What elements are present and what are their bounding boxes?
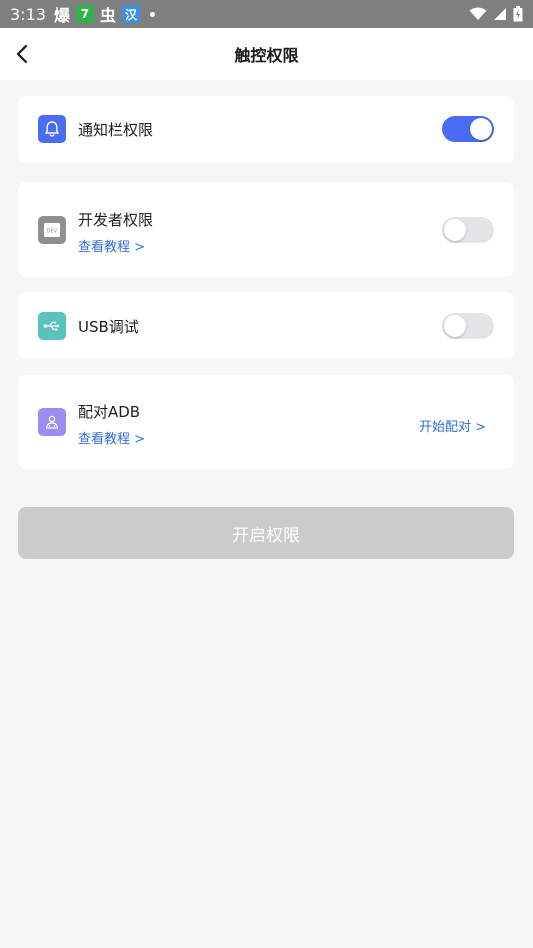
person-pair-icon [38, 408, 66, 436]
usb-debug-toggle[interactable] [442, 313, 494, 339]
start-pairing-button[interactable]: 开始配对 > [419, 416, 486, 435]
developer-permission-card: DEV 开发者权限 查看教程 > [18, 182, 514, 277]
toggle-knob [470, 118, 492, 140]
developer-permission-title: 开发者权限 [78, 211, 154, 229]
notification-permission-title: 通知栏权限 [78, 121, 154, 139]
developer-permission-toggle[interactable] [442, 217, 494, 243]
wifi-icon [469, 7, 487, 20]
status-time: 3:13 [10, 4, 46, 24]
page-title: 触控权限 [234, 46, 299, 65]
cell-signal-icon [494, 8, 506, 20]
battery-icon [513, 6, 523, 22]
bell-icon [38, 115, 66, 143]
more-notifications-dot-icon [149, 11, 155, 17]
enable-permissions-button[interactable]: 开启权限 [18, 507, 514, 559]
toggle-knob [444, 315, 466, 337]
notification-app-icon: 虫 [99, 6, 116, 25]
notification-app-icon: 爆 [53, 6, 70, 25]
usb-debug-card: USB调试 [18, 292, 514, 359]
notification-permission-toggle[interactable] [442, 116, 494, 142]
usb-icon [38, 312, 66, 340]
notification-app-icon: 汉 [121, 5, 140, 23]
pair-adb-title: 配对ADB [78, 403, 141, 421]
pair-adb-card: 配对ADB 查看教程 > 开始配对 > [18, 375, 514, 469]
developer-tutorial-link[interactable]: 查看教程 > [78, 236, 145, 255]
notification-permission-card: 通知栏权限 [18, 96, 514, 163]
toggle-knob [444, 219, 466, 241]
status-bar: 3:13 爆 7 虫 汉 [0, 0, 533, 28]
notification-app-icon: 7 [75, 5, 94, 23]
dev-chip-label: DEV [47, 229, 58, 235]
dev-chip-icon: DEV [38, 216, 66, 244]
app-header: 触控权限 [0, 28, 533, 80]
pair-adb-tutorial-link[interactable]: 查看教程 > [78, 428, 145, 447]
usb-debug-title: USB调试 [78, 318, 139, 336]
